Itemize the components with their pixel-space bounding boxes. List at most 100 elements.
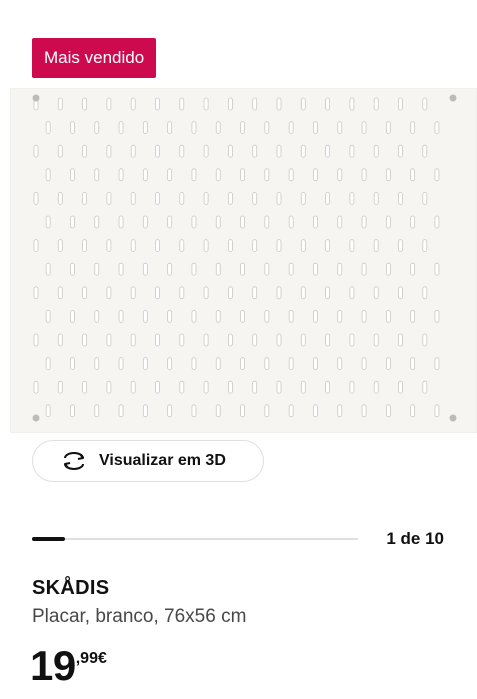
pegboard-slot <box>155 333 160 347</box>
pegboard-slot <box>313 262 318 276</box>
pegboard-slot <box>106 286 112 300</box>
pegboard-slot <box>288 215 294 229</box>
pegboard-slot <box>118 262 124 276</box>
pegboard-slot <box>410 404 416 418</box>
pegboard-slot <box>203 144 209 158</box>
pegboard-slot <box>313 309 318 323</box>
pegboard-slot <box>373 333 379 347</box>
pegboard-slot <box>410 121 416 134</box>
pegboard-slot <box>349 333 355 347</box>
pegboard-slot <box>240 215 245 229</box>
pegboard-slot <box>94 404 100 418</box>
pegboard-slot <box>252 286 258 300</box>
pegboard-slot <box>70 404 75 418</box>
pegboard-slot <box>179 286 185 300</box>
pegboard-slot <box>167 357 173 371</box>
pegboard-slot <box>361 168 367 182</box>
pegboard-slot <box>422 144 428 158</box>
pegboard-slot <box>227 144 233 158</box>
pegboard-slot <box>325 333 331 347</box>
pegboard-slot <box>118 215 124 229</box>
pegboard-slot <box>434 404 440 418</box>
pegboard-slot <box>33 286 39 300</box>
pegboard-slot <box>45 309 51 323</box>
pegboard-slot <box>337 404 343 418</box>
pegboard-slot <box>179 144 185 158</box>
pegboard-slot <box>410 168 416 182</box>
pegboard-slot <box>45 168 51 182</box>
view-in-3d-label: Visualizar em 3D <box>99 452 226 469</box>
pegboard-slot <box>82 144 87 158</box>
pegboard-slot <box>33 239 39 253</box>
screw <box>32 94 40 102</box>
pegboard-slot <box>167 404 173 418</box>
pegboard-slot <box>422 239 428 253</box>
pegboard-slot <box>349 97 355 111</box>
price-decimal: ,99 <box>75 650 98 667</box>
pegboard-slot <box>45 121 51 134</box>
view-in-3d-button[interactable]: Visualizar em 3D <box>32 440 264 482</box>
pegboard-slot <box>398 97 403 111</box>
pegboard-background <box>10 88 477 433</box>
rotate-3d-icon <box>59 450 89 472</box>
pegboard-slot <box>288 357 294 371</box>
pegboard-slot <box>276 333 282 347</box>
pegboard-image <box>10 88 477 433</box>
pegboard-slot <box>300 380 306 394</box>
pegboard-slot <box>422 97 428 111</box>
pegboard-slot <box>398 239 403 253</box>
pegboard-slot <box>45 404 51 418</box>
pegboard-slot <box>349 286 355 300</box>
product-image[interactable] <box>10 88 477 433</box>
pegboard-slot <box>227 239 233 253</box>
pegboard-slot <box>142 215 148 229</box>
pegboard-slot <box>155 144 160 158</box>
gallery-pager: 1 de 10 <box>386 529 444 548</box>
pegboard-slot <box>215 215 221 229</box>
pegboard-slot <box>252 97 258 111</box>
pegboard-slot <box>94 309 100 323</box>
pegboard-slot <box>142 168 148 182</box>
pegboard-slot <box>373 192 379 205</box>
pegboard-slot <box>373 380 379 394</box>
pegboard-slot <box>82 380 87 394</box>
pegboard-slot <box>349 192 355 205</box>
pegboard-slot <box>215 309 221 323</box>
pegboard-slot <box>94 215 100 229</box>
pegboard-slot <box>167 309 173 323</box>
pegboard-slot <box>142 121 148 134</box>
pegboard-slot <box>398 380 403 394</box>
pegboard-slot <box>33 333 39 347</box>
pegboard-slot <box>325 144 331 158</box>
pegboard-slot <box>252 333 258 347</box>
pegboard-slot <box>215 262 221 276</box>
pegboard-slot <box>434 357 440 371</box>
pegboard-slot <box>57 239 63 253</box>
screw <box>449 94 457 102</box>
pegboard-slot <box>240 168 245 182</box>
pegboard-slot <box>227 286 233 300</box>
pegboard-slot <box>203 239 209 253</box>
pegboard-slot <box>264 215 270 229</box>
pegboard-slot <box>264 168 270 182</box>
pegboard-slot <box>385 121 391 134</box>
pegboard-slot <box>33 192 39 205</box>
pegboard-slot <box>361 262 367 276</box>
price-currency: € <box>97 650 107 667</box>
pegboard-slot <box>118 357 124 371</box>
pegboard-slot <box>191 309 197 323</box>
pegboard-slot <box>167 262 173 276</box>
pegboard-slot <box>33 144 39 158</box>
pegboard-slot <box>313 121 318 134</box>
pegboard-slot <box>373 144 379 158</box>
screw <box>32 414 40 422</box>
pegboard-slot <box>300 286 306 300</box>
pegboard-slot <box>130 286 136 300</box>
progress-fill <box>32 537 65 541</box>
product-name[interactable]: SKÅDIS <box>32 577 109 600</box>
pegboard-slot <box>385 215 391 229</box>
pegboard-slot <box>337 309 343 323</box>
pegboard-slot <box>337 168 343 182</box>
pegboard-slot <box>191 121 197 134</box>
pegboard-slot <box>252 380 258 394</box>
